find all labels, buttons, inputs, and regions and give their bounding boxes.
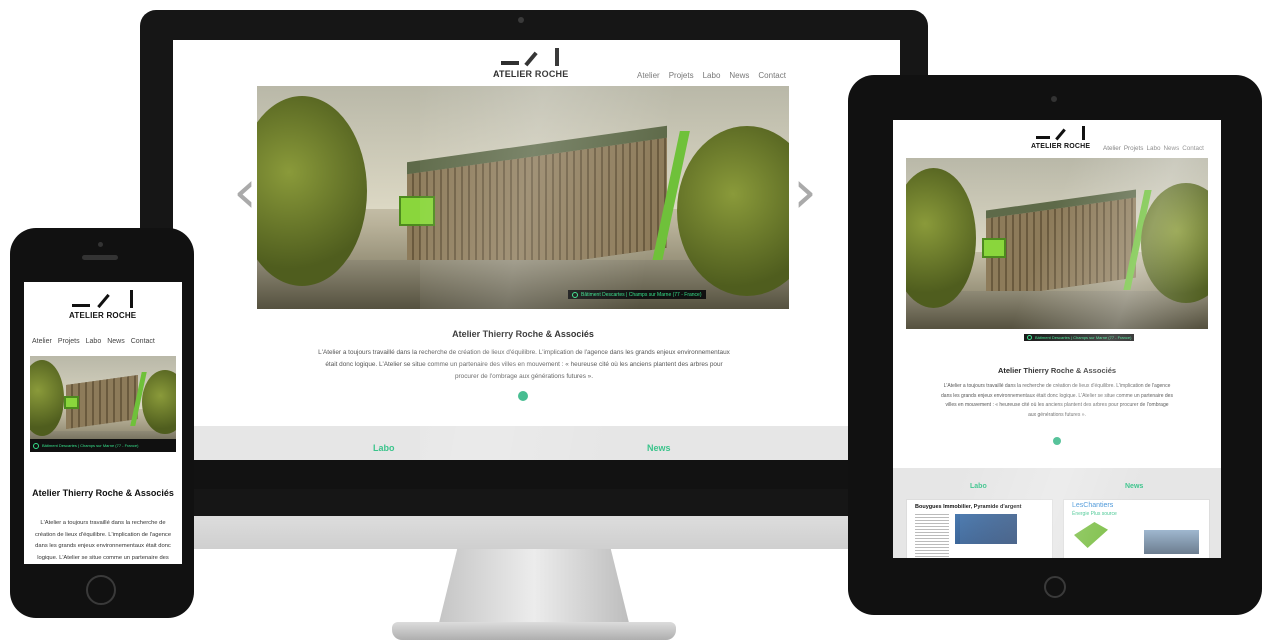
section-news[interactable]: News xyxy=(647,443,671,453)
caption-dot-icon xyxy=(1027,335,1032,340)
caption-dot-icon xyxy=(33,442,39,449)
monitor-stand-neck xyxy=(438,549,630,627)
hero-image xyxy=(30,356,176,452)
slider-next-button[interactable]: › xyxy=(793,162,817,222)
section-news[interactable]: News xyxy=(1125,483,1143,490)
tablet-logo[interactable]: ATELIER ROCHE xyxy=(1031,126,1090,150)
hero-image: Bâtiment Descartes | Champs sur Marne (7… xyxy=(257,86,789,309)
intro-title: Atelier Thierry Roche & Associés xyxy=(997,366,1117,375)
hero-caption: Bâtiment Descartes | Champs sur Marne (7… xyxy=(568,290,706,299)
phone-home-button[interactable] xyxy=(86,575,116,605)
phone-speaker xyxy=(82,255,118,260)
hero-image xyxy=(906,158,1208,329)
news-article-title: LesChantiers xyxy=(1072,502,1114,509)
labo-article-title: Bouygues Immobilier, Pyramide d'argent xyxy=(915,504,1022,510)
logo-mark-icon xyxy=(1035,126,1086,141)
hero-caption: Bâtiment Descartes | Champs sur Marne (7… xyxy=(30,439,176,452)
nav-projets[interactable]: Projets xyxy=(669,71,694,80)
tablet-camera xyxy=(1051,96,1057,102)
intro-text: L'Atelier a toujours travaillé dans la r… xyxy=(318,349,730,380)
intro-text: L'Atelier a toujours travaillé dans la r… xyxy=(941,383,1173,418)
phone-screen: ATELIER ROCHE Atelier Projets Labo News … xyxy=(24,282,182,564)
caption-dot-icon xyxy=(572,291,578,298)
section-labo[interactable]: Labo xyxy=(373,443,395,453)
intro-title: Atelier Thierry Roche & Associés xyxy=(452,329,594,339)
sections-band: Labo News Bouygues Immobilier, Pyramide … xyxy=(893,468,1221,558)
nav-labo[interactable]: Labo xyxy=(86,338,102,345)
nav-news[interactable]: News xyxy=(107,338,125,345)
labo-article-thumbnail[interactable]: Bouygues Immobilier, Pyramide d'argent xyxy=(906,499,1053,558)
hero-caption-text: Bâtiment Descartes | Champs sur Marne (7… xyxy=(1035,335,1132,340)
logo-mark-icon xyxy=(71,290,134,309)
read-more-button[interactable] xyxy=(518,391,528,401)
logo-mark-icon xyxy=(500,48,561,67)
tablet-nav: Atelier Projets Labo News Contact xyxy=(1103,145,1204,152)
brand-name: ATELIER ROCHE xyxy=(1031,143,1091,150)
sections-band: Labo News xyxy=(173,426,900,460)
phone-logo[interactable]: ATELIER ROCHE xyxy=(69,290,136,320)
desktop-logo[interactable]: ATELIER ROCHE xyxy=(493,48,568,79)
phone-camera xyxy=(98,242,103,247)
hero-caption: Bâtiment Descartes | Champs sur Marne (7… xyxy=(1024,334,1135,341)
nav-contact[interactable]: Contact xyxy=(1182,145,1204,152)
brand-name: ATELIER ROCHE xyxy=(69,311,137,320)
slider-prev-button[interactable]: ‹ xyxy=(233,162,257,222)
nav-labo[interactable]: Labo xyxy=(1146,145,1160,152)
nav-labo[interactable]: Labo xyxy=(703,71,721,80)
nav-news[interactable]: News xyxy=(729,71,749,80)
nav-projets[interactable]: Projets xyxy=(58,338,80,345)
desktop-nav: Atelier Projets Labo News Contact xyxy=(637,71,786,80)
desktop-screen-lower-bezel xyxy=(173,460,900,489)
phone-nav: Atelier Projets Labo News Contact xyxy=(32,338,155,345)
news-article-subtitle: Énergie Plus source xyxy=(1072,511,1117,517)
nav-atelier[interactable]: Atelier xyxy=(1103,145,1121,152)
monitor-stand-foot xyxy=(392,622,676,640)
hero-caption-text: Bâtiment Descartes | Champs sur Marne (7… xyxy=(581,291,702,298)
intro-title: Atelier Thierry Roche & Associés xyxy=(32,488,174,498)
read-more-button[interactable] xyxy=(1053,437,1061,445)
news-article-thumbnail[interactable]: LesChantiers Énergie Plus source xyxy=(1063,499,1210,558)
tablet-screen: ATELIER ROCHE Atelier Projets Labo News … xyxy=(893,120,1221,558)
hero-caption-text: Bâtiment Descartes | Champs sur Marne (7… xyxy=(42,443,139,448)
nav-atelier[interactable]: Atelier xyxy=(637,71,660,80)
section-labo[interactable]: Labo xyxy=(970,483,987,490)
tablet-home-button[interactable] xyxy=(1044,576,1066,598)
monitor-camera xyxy=(518,17,524,23)
nav-projets[interactable]: Projets xyxy=(1124,145,1144,152)
nav-news[interactable]: News xyxy=(1163,145,1179,152)
desktop-screen: ATELIER ROCHE Atelier Projets Labo News … xyxy=(173,40,900,460)
nav-atelier[interactable]: Atelier xyxy=(32,338,52,345)
intro-text: L'Atelier a toujours travaillé dans la r… xyxy=(34,520,172,561)
nav-contact[interactable]: Contact xyxy=(758,71,786,80)
brand-name: ATELIER ROCHE xyxy=(493,69,569,79)
nav-contact[interactable]: Contact xyxy=(131,338,155,345)
